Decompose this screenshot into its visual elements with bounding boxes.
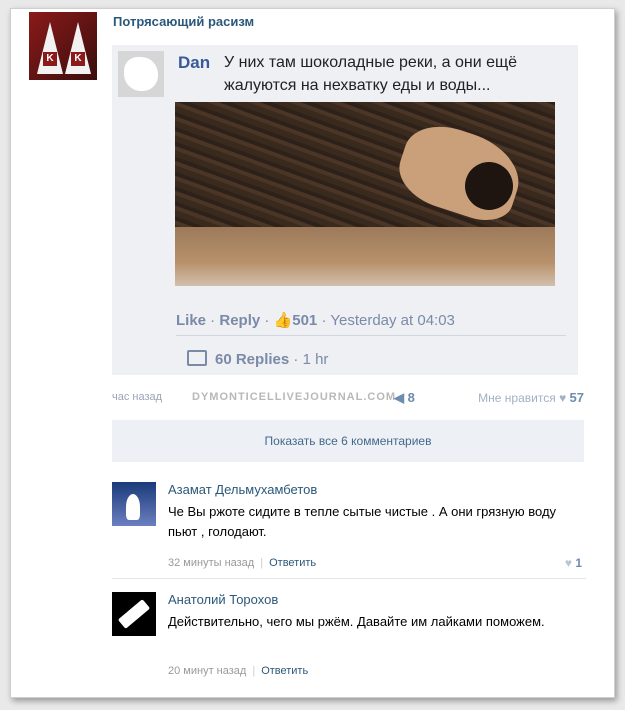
post-meta: час назад DYMONTICELLIVEJOURNAL.COM ◀ 8 …: [112, 390, 586, 406]
avatar[interactable]: [112, 482, 156, 526]
comment-text: Че Вы ржоте сидите в тепле сытые чистые …: [168, 504, 557, 539]
fb-timestamp: Yesterday at 04:03: [330, 312, 455, 329]
show-all-comments-button[interactable]: Показать все 6 комментариев: [112, 420, 584, 462]
embedded-fb-screenshot[interactable]: Dan У них там шоколадные реки, а они ещё…: [112, 45, 578, 375]
source-watermark: DYMONTICELLIVEJOURNAL.COM: [192, 391, 397, 403]
reply-link[interactable]: Ответить: [269, 557, 316, 569]
fb-replies: 60 Replies · 1 hr: [187, 350, 328, 368]
fb-replies-label: 60 Replies: [215, 351, 290, 368]
post-photo: [175, 102, 555, 286]
comment-author[interactable]: Азамат Дельмухамбетов: [168, 482, 317, 497]
heart-icon: ♥: [559, 391, 567, 405]
heart-icon: ♥: [564, 556, 572, 570]
fb-comment-text: У них там шоколадные реки, а они ещё жал…: [224, 54, 518, 94]
hood-figure: K: [37, 22, 63, 74]
comment-like-button[interactable]: ♥ 1: [565, 556, 582, 570]
reply-link[interactable]: Ответить: [261, 665, 308, 677]
thumbs-up-icon: 👍: [273, 312, 293, 329]
group-title[interactable]: Потрясающий расизм: [113, 14, 254, 29]
avatar[interactable]: [112, 592, 156, 636]
photo-head: [465, 162, 513, 210]
fb-divider: [176, 335, 566, 336]
fb-like-count: 501: [292, 312, 318, 329]
comment-divider: [112, 578, 586, 579]
fb-reply: Reply: [219, 312, 261, 329]
hood-figure: K: [65, 22, 91, 74]
comment-time[interactable]: 32 минуты назад: [168, 557, 254, 569]
megaphone-icon: ◀: [394, 390, 404, 405]
photo-water: [175, 227, 555, 286]
fb-like: Like: [176, 312, 207, 329]
comment-text: Действительно, чего мы ржём. Давайте им …: [168, 614, 545, 629]
fb-author: Dan: [178, 53, 211, 72]
share-button[interactable]: ◀ 8: [394, 390, 415, 406]
post-time[interactable]: час назад: [112, 391, 162, 403]
group-avatar[interactable]: K K: [29, 12, 97, 80]
comment-time[interactable]: 20 минут назад: [168, 665, 246, 677]
like-button[interactable]: Мне нравится ♥ 57: [478, 390, 584, 405]
fb-avatar: [118, 51, 164, 97]
fb-replies-time: 1 hr: [302, 351, 329, 368]
fb-actions: Like · Reply · 👍501 · Yesterday at 04:03: [176, 312, 455, 329]
comment-author[interactable]: Анатолий Торохов: [168, 592, 278, 607]
comment-meta: 32 минуты назад | Ответить: [168, 557, 317, 569]
comment-meta: 20 минут назад | Ответить: [168, 665, 309, 677]
speech-bubble-icon: [187, 350, 207, 366]
